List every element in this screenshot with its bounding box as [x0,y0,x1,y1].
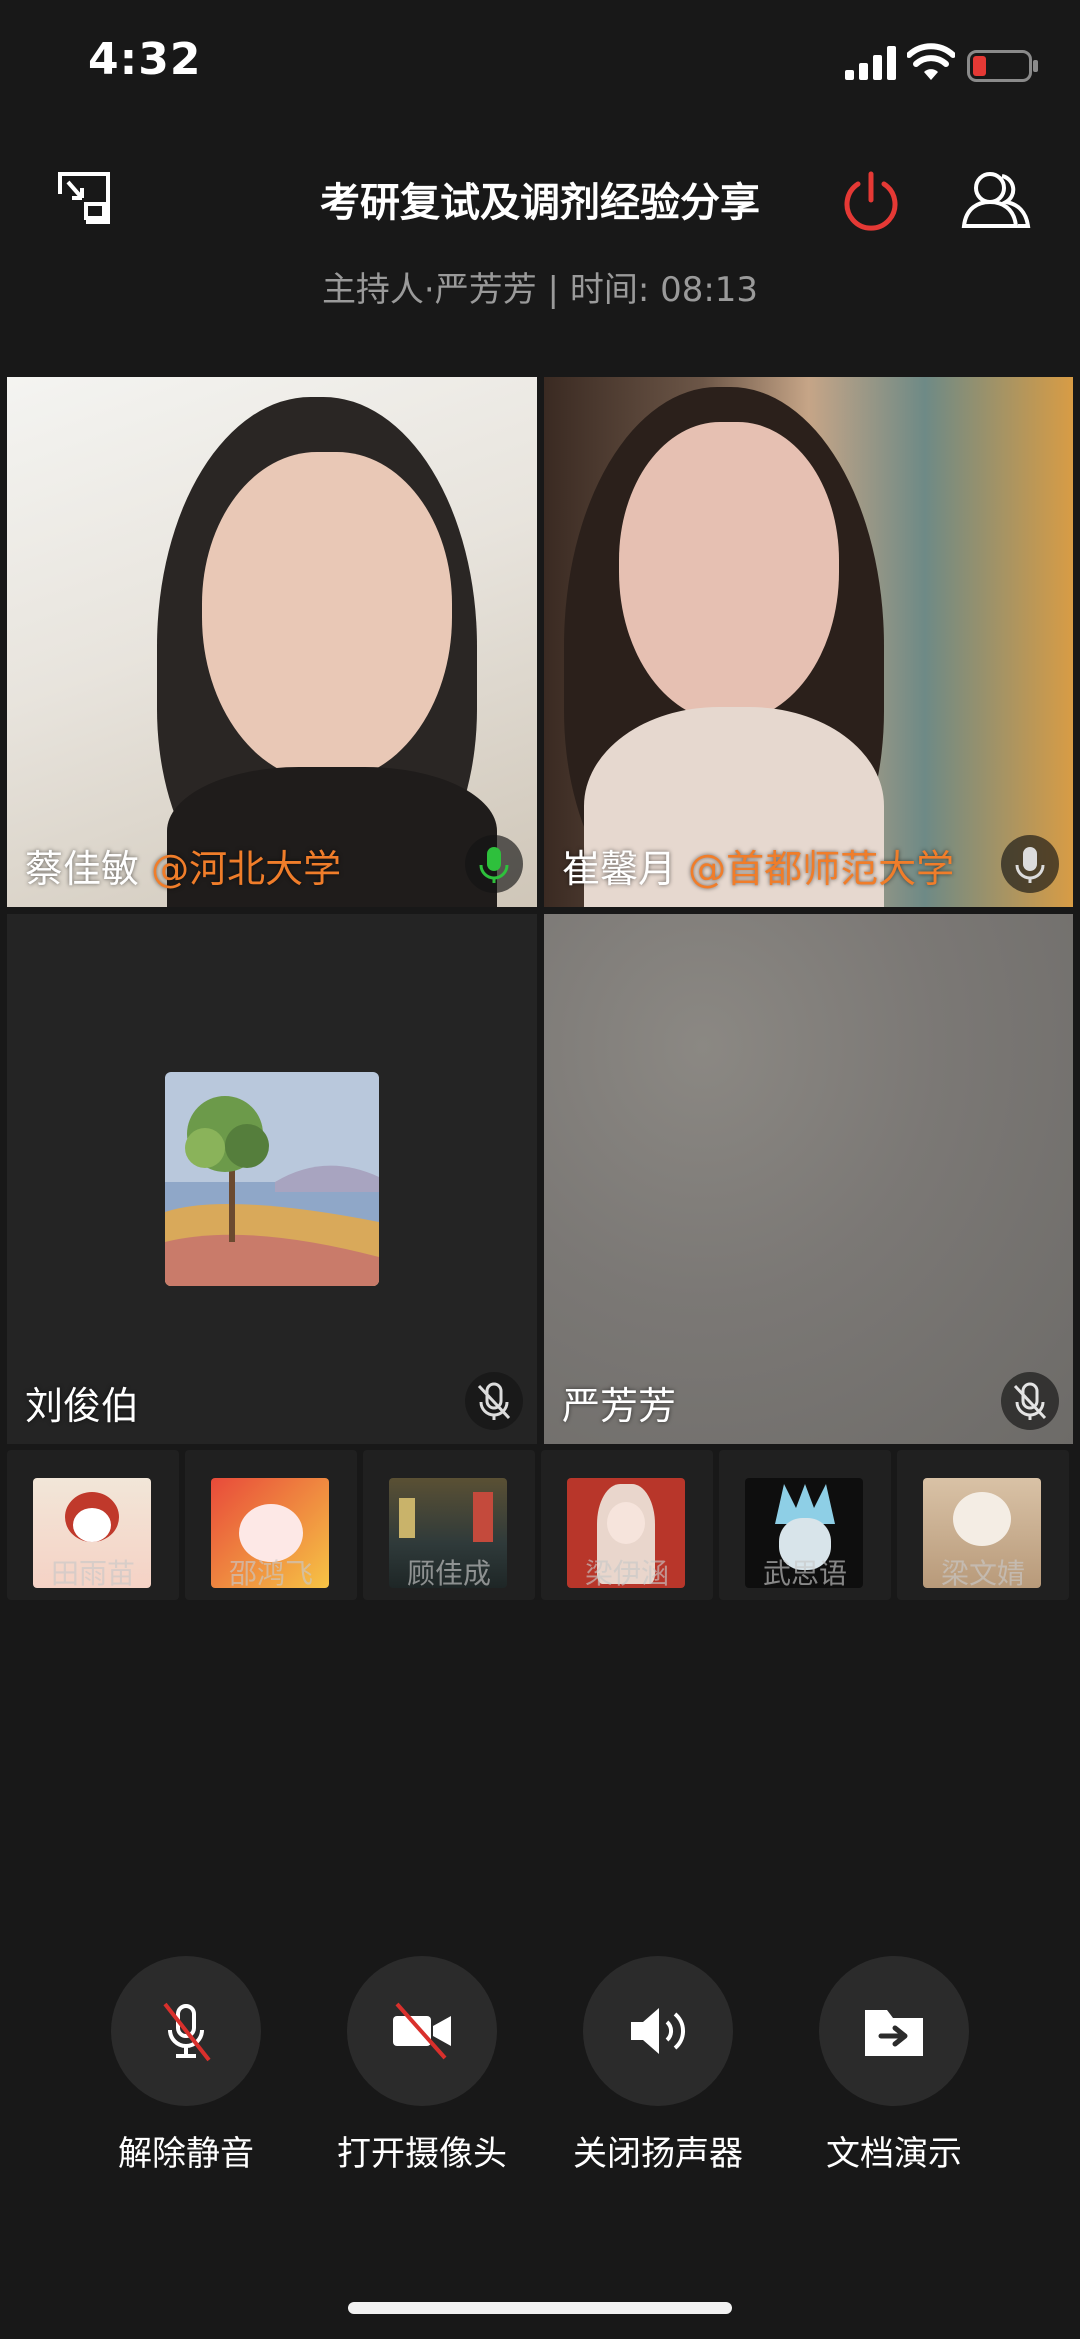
participant-name: 严芳芳 [562,1384,677,1428]
meeting-title: 考研复试及调剂经验分享 [320,180,760,226]
participant-thumbnail[interactable]: 武思语 [719,1450,891,1600]
mic-status [465,835,523,893]
meeting-host-time: 主持人·严芳芳 | 时间: 08:13 [321,270,759,310]
unmute-label: 解除静音 [118,2134,254,2174]
power-icon[interactable] [840,170,902,232]
impressionist-painting-avatar [165,1072,379,1286]
participant-thumbnail[interactable]: 田雨苗 [7,1450,179,1600]
participant-name-text: 崔馨月 [562,847,677,891]
participant-thumbnail-strip[interactable]: 田雨苗 邵鸿飞 顾佳成 梁伊涵 武思语 梁文婧 [7,1450,1073,1600]
speaker-off-button[interactable] [583,1956,733,2106]
participants-icon[interactable] [960,168,1032,232]
mic-status [1001,1372,1059,1430]
thumbnail-name: 顾佳成 [406,1557,491,1590]
thumbnail-name: 邵鸿飞 [228,1557,313,1590]
video-tile[interactable]: 崔馨月 @首都师范大学 [544,377,1073,907]
speaker-off-label: 关闭扬声器 [573,2134,743,2174]
thumbnail-name: 梁伊涵 [584,1557,669,1590]
video-tile[interactable]: 严芳芳 [544,914,1073,1444]
document-share-label: 文档演示 [826,2134,962,2174]
mic-active-icon [479,847,509,883]
battery-icon [967,50,1038,82]
participant-name: 刘俊伯 [25,1384,140,1428]
signal-icon [845,46,896,80]
participant-org: @河北大学 [151,847,342,891]
unmute-button[interactable] [111,1956,261,2106]
video-tile[interactable]: 刘俊伯 [7,914,537,1444]
participant-org: @首都师范大学 [688,847,955,891]
thumbnail-name: 武思语 [762,1557,847,1590]
mic-off-icon [163,2002,211,2062]
status-time: 4:32 [88,34,202,85]
mic-muted-icon [1013,1382,1047,1420]
speaker-icon [631,2008,686,2054]
thumbnail-name: 梁文婧 [940,1557,1025,1590]
participant-name: 蔡佳敏 @河北大学 [25,838,341,893]
mic-muted-icon [477,1382,511,1420]
mic-icon [1015,847,1045,883]
participant-name-text: 蔡佳敏 [25,847,140,891]
participant-thumbnail[interactable]: 顾佳成 [363,1450,535,1600]
folder-share-icon [865,2010,923,2056]
wifi-icon [907,43,955,80]
thumbnail-name: 田雨苗 [50,1557,135,1590]
camera-on-button[interactable] [347,1956,497,2106]
mic-status [465,1372,523,1430]
participant-thumbnail[interactable]: 邵鸿飞 [185,1450,357,1600]
home-indicator[interactable] [348,2302,732,2314]
participant-thumbnail[interactable]: 梁文婧 [897,1450,1069,1600]
camera-off-icon [393,2002,451,2060]
participant-thumbnail[interactable]: 梁伊涵 [541,1450,713,1600]
document-share-button[interactable] [819,1956,969,2106]
camera-on-label: 打开摄像头 [337,2134,507,2174]
video-tile[interactable]: 蔡佳敏 @河北大学 [7,377,537,907]
mic-status [1001,835,1059,893]
participant-name: 崔馨月 @首都师范大学 [562,838,954,893]
